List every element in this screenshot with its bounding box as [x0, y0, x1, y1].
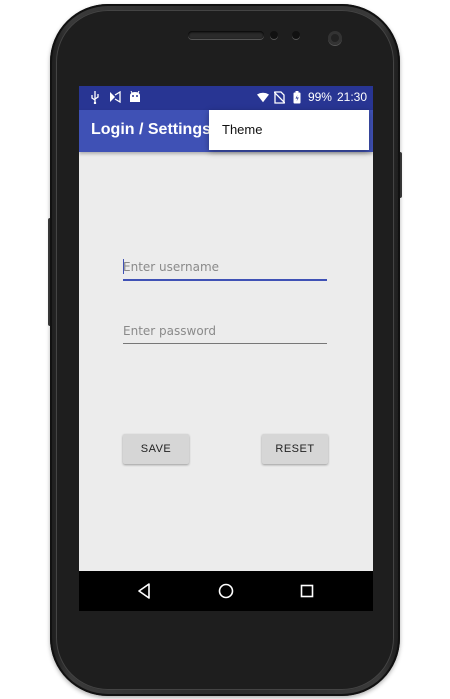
screen: 99% 21:30 Login / Settings Theme SAVE RE…	[79, 86, 373, 611]
download-icon	[109, 90, 121, 104]
save-button[interactable]: SAVE	[123, 434, 189, 464]
reset-button[interactable]: RESET	[262, 434, 328, 464]
sensor-icon	[270, 31, 278, 39]
back-icon[interactable]	[134, 581, 154, 601]
username-field[interactable]	[123, 257, 327, 281]
password-input[interactable]	[123, 321, 327, 341]
username-input[interactable]	[123, 257, 327, 277]
battery-percent: 99%	[307, 90, 332, 104]
speaker-grille	[188, 31, 264, 39]
usb-icon	[89, 90, 101, 104]
page-title: Login / Settings	[91, 121, 211, 138]
overflow-menu: Theme	[209, 110, 369, 150]
status-bar: 99% 21:30	[79, 86, 373, 110]
android-icon	[129, 90, 141, 104]
password-field[interactable]	[123, 321, 327, 344]
battery-icon	[291, 90, 303, 104]
clock: 21:30	[336, 90, 367, 104]
menu-item-theme[interactable]: Theme	[222, 122, 262, 137]
sensor-icon	[292, 31, 300, 39]
home-icon[interactable]	[216, 581, 236, 601]
no-sim-icon	[274, 90, 286, 104]
recents-icon[interactable]	[297, 581, 317, 601]
navigation-bar	[79, 571, 373, 611]
text-cursor	[123, 259, 124, 274]
front-camera-icon	[328, 31, 342, 45]
wifi-icon	[256, 90, 269, 104]
